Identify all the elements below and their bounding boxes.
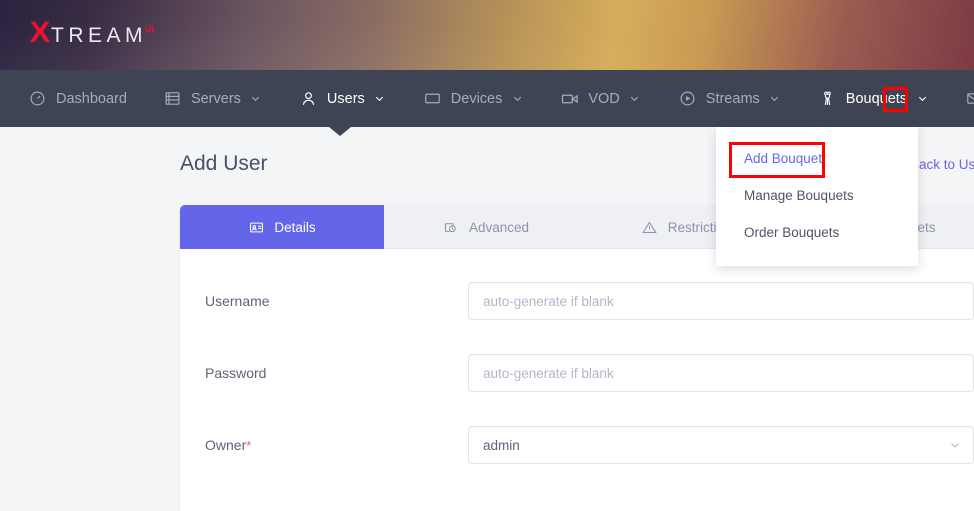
nav-label: Dashboard bbox=[56, 90, 127, 107]
owner-selected-value: admin bbox=[483, 437, 520, 453]
required-marker: * bbox=[246, 438, 252, 453]
owner-label: Owner* bbox=[180, 437, 468, 453]
nav-item-users[interactable]: Users bbox=[299, 70, 387, 127]
form-row-password: Password auto-generate if blank bbox=[180, 351, 974, 395]
main-navigation: Dashboard Servers Users Devices VOD Stre… bbox=[0, 70, 974, 127]
owner-label-text: Owner bbox=[205, 437, 247, 453]
brand-header: X TREAM UI bbox=[0, 0, 974, 70]
settings-icon bbox=[443, 219, 459, 235]
menu-item-order-bouquets[interactable]: Order Bouquets bbox=[716, 214, 918, 251]
password-label: Password bbox=[205, 365, 267, 381]
password-placeholder: auto-generate if blank bbox=[483, 365, 614, 381]
nav-item-devices[interactable]: Devices bbox=[423, 70, 525, 127]
nav-item-streams[interactable]: Streams bbox=[678, 70, 782, 127]
chevron-down-icon[interactable] bbox=[628, 92, 642, 106]
chevron-down-icon[interactable] bbox=[373, 92, 387, 106]
nav-item-tickets[interactable]: Ti bbox=[965, 70, 974, 127]
chevron-down-icon[interactable] bbox=[249, 92, 263, 106]
logo-x-letter: X bbox=[29, 16, 51, 49]
envelope-icon bbox=[965, 89, 974, 108]
bouquets-dropdown-menu: Add Bouquet Manage Bouquets Order Bouque… bbox=[716, 127, 918, 266]
id-card-icon bbox=[248, 219, 264, 235]
nav-label: Devices bbox=[450, 90, 503, 107]
dashboard-icon bbox=[28, 89, 47, 108]
app-root: X TREAM UI Dashboard Servers Users Devic… bbox=[0, 0, 974, 511]
tab-details[interactable]: Details bbox=[180, 205, 384, 249]
device-icon bbox=[423, 89, 442, 108]
nav-label: Bouquets bbox=[845, 90, 908, 107]
username-placeholder: auto-generate if blank bbox=[483, 293, 614, 309]
chevron-down-icon[interactable] bbox=[768, 92, 782, 106]
form-row-username: Username auto-generate if blank bbox=[180, 279, 974, 323]
nav-item-dashboard[interactable]: Dashboard bbox=[28, 70, 127, 127]
username-label: Username bbox=[205, 293, 270, 309]
nav-item-vod[interactable]: VOD bbox=[560, 70, 641, 127]
bouquet-icon bbox=[818, 89, 837, 108]
xtream-logo[interactable]: X TREAM UI bbox=[30, 18, 156, 48]
logo-wordmark: TREAM bbox=[51, 24, 148, 47]
nav-label: Servers bbox=[190, 90, 241, 107]
video-icon bbox=[560, 89, 579, 108]
logo-superscript: UI bbox=[145, 24, 155, 34]
tab-label: Details bbox=[274, 219, 316, 235]
play-circle-icon bbox=[678, 89, 697, 108]
chevron-down-icon[interactable] bbox=[949, 439, 961, 451]
menu-item-add-bouquet[interactable]: Add Bouquet bbox=[716, 140, 918, 177]
nav-label: Users bbox=[326, 90, 365, 107]
user-icon bbox=[299, 89, 318, 108]
back-to-users-link[interactable]: Back to Users bbox=[910, 157, 974, 172]
chevron-down-icon[interactable] bbox=[915, 92, 929, 106]
nav-item-bouquets[interactable]: Bouquets bbox=[818, 70, 929, 127]
nav-item-servers[interactable]: Servers bbox=[163, 70, 263, 127]
tab-advanced[interactable]: Advanced bbox=[384, 205, 588, 249]
chevron-down-icon[interactable] bbox=[510, 92, 524, 106]
password-input[interactable]: auto-generate if blank bbox=[468, 354, 974, 392]
form-row-owner: Owner* admin bbox=[180, 423, 974, 467]
tab-label: Advanced bbox=[468, 219, 530, 235]
user-form: Username auto-generate if blank Password… bbox=[180, 249, 974, 467]
nav-label: VOD bbox=[588, 90, 620, 107]
username-input[interactable]: auto-generate if blank bbox=[468, 282, 974, 320]
page-title: Add User bbox=[180, 152, 268, 175]
servers-icon bbox=[163, 89, 182, 108]
nav-label: Streams bbox=[705, 90, 760, 107]
menu-item-manage-bouquets[interactable]: Manage Bouquets bbox=[716, 177, 918, 214]
owner-select[interactable]: admin bbox=[468, 426, 974, 464]
warning-icon bbox=[642, 219, 658, 235]
active-nav-pointer bbox=[329, 127, 351, 136]
